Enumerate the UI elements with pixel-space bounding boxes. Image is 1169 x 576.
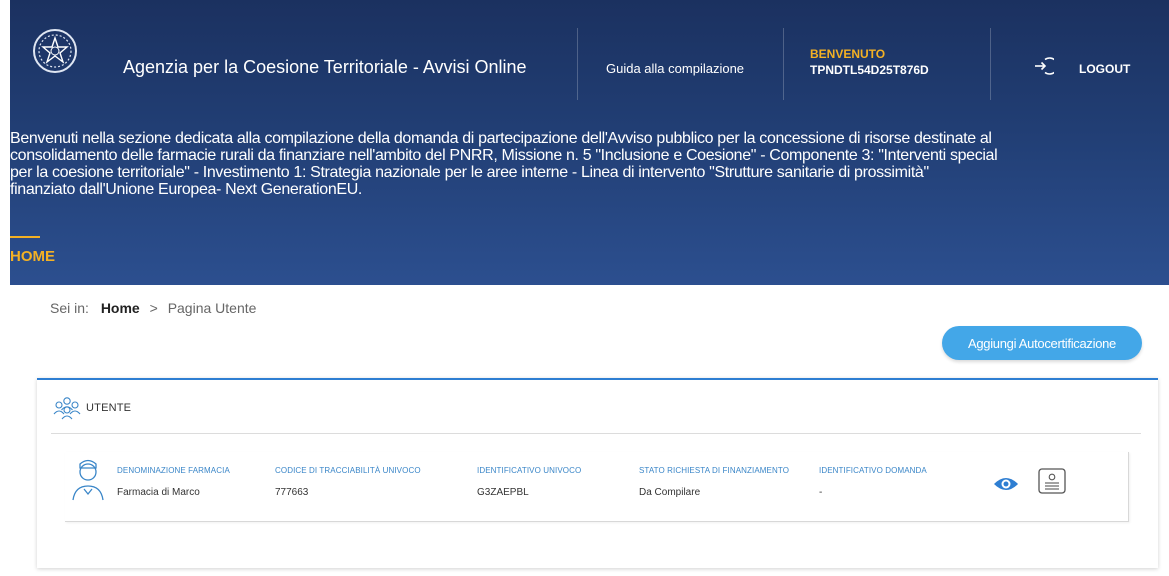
- nav-home[interactable]: HOME: [10, 248, 55, 265]
- application-id: -: [819, 487, 823, 498]
- italian-republic-emblem-icon: [33, 29, 77, 73]
- guide-link[interactable]: Guida alla compilazione: [606, 61, 744, 76]
- col-label: CODICE DI TRACCIABILITÀ UNIVOCO: [275, 466, 421, 475]
- site-title: Agenzia per la Coesione Territoriale - A…: [123, 57, 527, 77]
- card-header: UTENTE: [51, 396, 131, 420]
- breadcrumb: Sei in: Home > Pagina Utente: [50, 300, 256, 316]
- breadcrumb-separator: >: [149, 300, 158, 316]
- col-label: IDENTIFICATIVO UNIVOCO: [477, 466, 582, 475]
- site-header: Agenzia per la Coesione Territoriale - A…: [10, 0, 1169, 285]
- card-title: UTENTE: [86, 402, 132, 414]
- breadcrumb-current: Pagina Utente: [167, 300, 257, 316]
- logout-button[interactable]: LOGOUT: [1079, 62, 1130, 76]
- welcome-label: BENVENUTO: [810, 47, 886, 61]
- pharmacy-row: DENOMINAZIONE FARMACIA Farmacia di Marco…: [65, 452, 1129, 522]
- col-codice: CODICE DI TRACCIABILITÀ UNIVOCO 777663: [275, 466, 421, 498]
- col-label: STATO RICHIESTA DI FINANZIAMENTO: [639, 466, 790, 475]
- logout-icon[interactable]: [1032, 55, 1054, 77]
- user-card: UTENTE DENOMINAZIONE FARMACIA Farmacia d…: [37, 378, 1158, 568]
- col-label: IDENTIFICATIVO DOMANDA: [819, 466, 927, 475]
- col-label: DENOMINAZIONE FARMACIA: [117, 466, 230, 475]
- breadcrumb-home[interactable]: Home: [101, 300, 140, 316]
- status-value: Da Compilare: [639, 487, 701, 498]
- breadcrumb-prefix: Sei in:: [50, 300, 89, 316]
- col-identificativo: IDENTIFICATIVO UNIVOCO G3ZAEPBL: [477, 466, 581, 498]
- pharmacy-name: Farmacia di Marco: [117, 487, 200, 498]
- pharmacist-icon: [72, 459, 104, 501]
- nav-active-indicator: [10, 236, 40, 238]
- tracking-code: 777663: [275, 487, 309, 498]
- col-denominazione: DENOMINAZIONE FARMACIA Farmacia di Marco: [117, 466, 230, 498]
- users-icon: [53, 397, 81, 420]
- col-stato: STATO RICHIESTA DI FINANZIAMENTO Da Comp…: [639, 466, 789, 498]
- card-divider: [51, 433, 1141, 434]
- welcome-block: BENVENUTO TPNDTL54D25T876D: [810, 46, 929, 78]
- document-icon[interactable]: [1038, 468, 1066, 494]
- unique-id: G3ZAEPBL: [477, 487, 529, 498]
- header-divider: [577, 28, 578, 100]
- add-autocertification-button[interactable]: Aggiungi Autocertificazione: [942, 326, 1142, 360]
- eye-icon[interactable]: [993, 475, 1019, 493]
- header-divider: [783, 28, 784, 100]
- header-divider: [990, 28, 991, 100]
- intro-text: Benvenuti nella sezione dedicata alla co…: [10, 130, 998, 198]
- user-code: TPNDTL54D25T876D: [810, 63, 929, 77]
- col-domanda: IDENTIFICATIVO DOMANDA -: [819, 466, 927, 498]
